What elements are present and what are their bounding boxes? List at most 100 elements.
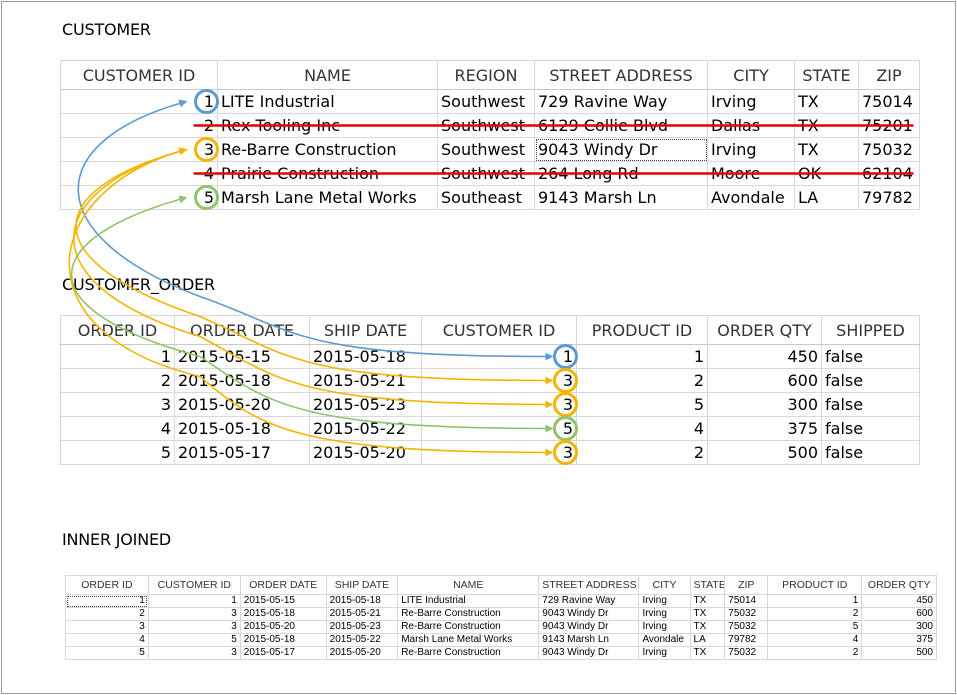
table-cell: 3	[421, 368, 577, 393]
table-cell: 2015-05-18	[174, 368, 310, 393]
table-cell: LITE Industrial	[397, 594, 540, 608]
table-cell: 2015-05-20	[174, 392, 310, 417]
table-cell: 2	[60, 368, 175, 393]
column-header: CITY	[638, 575, 691, 595]
inner-joined-row: 2 3 2015-05-18 2015-05-21 Re-Barre Construct…	[65, 607, 937, 621]
table-cell: 2015-05-18	[309, 344, 422, 369]
table-cell: 5	[576, 392, 708, 417]
column-header: CUSTOMER ID	[147, 575, 241, 595]
table-cell: 300	[707, 392, 822, 417]
table-cell: TX	[689, 594, 726, 608]
column-header: ORDER QTY	[861, 575, 937, 595]
table-cell: 5	[767, 620, 863, 634]
table-cell: false	[821, 344, 920, 369]
column-header: NAME	[217, 60, 438, 90]
table-cell: TX	[689, 646, 726, 660]
table-cell: 62104	[858, 161, 920, 186]
table-cell: 3	[147, 607, 241, 621]
table-cell: 9043 Windy Dr	[534, 137, 708, 162]
table-cell: 2015-05-18	[239, 607, 327, 621]
customer-table: CUSTOMER ID NAME REGION STREET ADDRESS CITY S…	[60, 60, 920, 210]
table-cell: TX	[794, 89, 859, 114]
inner-joined-row: 5 3 2015-05-17 2015-05-20 Re-Barre Construct…	[65, 646, 937, 660]
table-cell: 75032	[724, 620, 769, 634]
table-cell: 4	[65, 633, 149, 647]
column-header: NAME	[397, 575, 540, 595]
table-cell: 4	[767, 633, 863, 647]
table-cell: 2015-05-15	[174, 344, 310, 369]
customer-order-table-title: CUSTOMER_ORDER	[62, 275, 215, 294]
customer-order-header-row: ORDER ID ORDER DATE SHIP DATE CUSTOMER ID PR…	[60, 315, 920, 345]
table-cell: 3	[147, 646, 241, 660]
customer-order-row: 4 2015-05-18 2015-05-22 5 4 375 false	[60, 416, 920, 441]
table-cell: 2015-05-17	[239, 646, 327, 660]
table-cell: 450	[861, 594, 937, 608]
table-cell: Irving	[638, 646, 691, 660]
table-cell: 75032	[858, 137, 920, 162]
table-cell: 5	[147, 633, 241, 647]
table-cell: Marsh Lane Metal Works	[397, 633, 540, 647]
table-cell: 9043 Windy Dr	[538, 607, 640, 621]
table-cell: TX	[794, 113, 859, 138]
table-cell: 4	[576, 416, 708, 441]
column-header: ORDER ID	[65, 575, 149, 595]
inner-joined-header-row: ORDER ID CUSTOMER ID ORDER DATE SHIP DATE NA…	[65, 575, 937, 595]
column-header: STATE	[794, 60, 859, 90]
inner-joined-table: ORDER ID CUSTOMER ID ORDER DATE SHIP DATE NA…	[65, 575, 937, 660]
table-cell: 2015-05-22	[325, 633, 399, 647]
table-cell: 1	[147, 594, 241, 608]
table-cell: 5	[65, 646, 149, 660]
table-cell: false	[821, 440, 920, 465]
column-header: STATE	[689, 575, 726, 595]
column-header: CITY	[707, 60, 795, 90]
table-cell: TX	[794, 137, 859, 162]
table-cell: 2	[576, 368, 708, 393]
table-cell: 3	[65, 620, 149, 634]
table-cell: 3	[421, 392, 577, 417]
table-cell: 375	[707, 416, 822, 441]
table-cell: Rex Tooling Inc	[217, 113, 438, 138]
table-cell: 2015-05-18	[325, 594, 399, 608]
table-cell: Moore	[707, 161, 795, 186]
column-header: STREET ADDRESS	[534, 60, 708, 90]
column-header: ORDER DATE	[239, 575, 327, 595]
table-cell: Irving	[707, 89, 795, 114]
table-cell: 500	[707, 440, 822, 465]
table-cell: Southwest	[437, 89, 535, 114]
customer-row: 2 Rex Tooling Inc Southwest 6129 Collie Blv…	[60, 113, 920, 138]
table-cell: LITE Industrial	[217, 89, 438, 114]
customer-order-row: 3 2015-05-20 2015-05-23 3 5 300 false	[60, 392, 920, 417]
column-header: SHIP DATE	[325, 575, 399, 595]
table-cell: false	[821, 392, 920, 417]
table-cell: 9143 Marsh Ln	[538, 633, 640, 647]
table-cell: OK	[794, 161, 859, 186]
customer-row: 5 Marsh Lane Metal Works Southeast 9143 Mar…	[60, 185, 920, 210]
table-cell: Southwest	[437, 161, 535, 186]
table-cell: false	[821, 416, 920, 441]
table-cell: Irving	[638, 594, 691, 608]
table-cell: 2	[65, 607, 149, 621]
table-cell: 1	[767, 594, 863, 608]
column-header: REGION	[437, 60, 535, 90]
table-cell: 3	[421, 440, 577, 465]
column-header: STREET ADDRESS	[538, 575, 640, 595]
inner-joined-table-title: INNER JOINED	[62, 530, 171, 549]
table-cell: 9143 Marsh Ln	[534, 185, 708, 210]
table-cell: 1	[65, 594, 149, 608]
table-cell: Irving	[638, 607, 691, 621]
table-cell: 3	[147, 620, 241, 634]
table-cell: 5	[60, 185, 218, 210]
table-cell: 2	[60, 113, 218, 138]
table-cell: Re-Barre Construction	[397, 646, 540, 660]
table-cell: 4	[60, 161, 218, 186]
column-header: SHIP DATE	[309, 315, 422, 345]
inner-joined-row: 4 5 2015-05-18 2015-05-22 Marsh Lane Metal W…	[65, 633, 937, 647]
table-cell: 75201	[858, 113, 920, 138]
table-cell: 2015-05-22	[309, 416, 422, 441]
column-header: ORDER QTY	[707, 315, 822, 345]
table-cell: 450	[707, 344, 822, 369]
table-cell: Southwest	[437, 113, 535, 138]
table-cell: 75032	[724, 646, 769, 660]
column-header: ORDER ID	[60, 315, 175, 345]
column-header: SHIPPED	[821, 315, 920, 345]
